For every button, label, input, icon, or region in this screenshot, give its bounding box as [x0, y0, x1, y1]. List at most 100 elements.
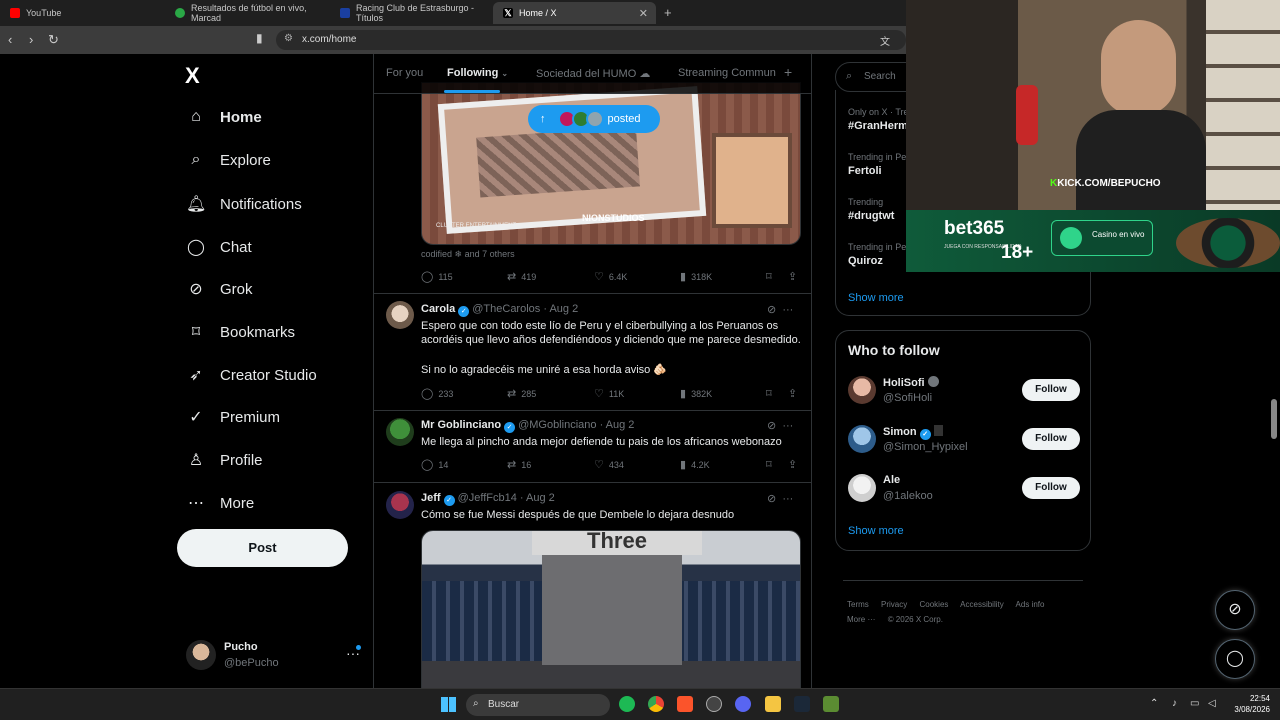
author-name[interactable]: Mr Goblinciano: [421, 419, 501, 431]
sidebar-item-notifications[interactable]: 🔔︎ Notifications: [186, 194, 302, 214]
footer-link-ads[interactable]: Ads info: [1016, 600, 1045, 609]
share-button[interactable]: ⇪: [788, 458, 802, 471]
bookmark-button[interactable]: ⌑: [766, 270, 777, 283]
browser-tab[interactable]: Resultados de fútbol en vivo, Marcad: [165, 2, 330, 24]
grok-icon[interactable]: ⊘: [767, 304, 776, 316]
author-handle[interactable]: @TheCarolos: [472, 303, 540, 315]
footer-link-accessibility[interactable]: Accessibility: [960, 600, 1004, 609]
tweet-date[interactable]: · Aug 2: [600, 419, 635, 431]
like-button[interactable]: ♡ 434: [594, 458, 624, 471]
views-button[interactable]: ▮ 382K: [680, 387, 712, 400]
url-field[interactable]: ⚙ x.com/home: [276, 30, 906, 50]
spotify-icon[interactable]: [619, 696, 635, 712]
follow-button[interactable]: Follow: [1022, 477, 1080, 499]
author-name[interactable]: Jeff: [421, 492, 441, 504]
sidebar-item-grok[interactable]: ⊘ Grok: [186, 279, 252, 299]
tweet-date[interactable]: · Aug 2: [520, 492, 555, 504]
more-icon[interactable]: ···: [782, 493, 793, 505]
steam-icon[interactable]: [794, 696, 810, 712]
browser-tab[interactable]: Racing Club de Estrasburgo - Títulos: [330, 2, 492, 24]
grok-icon[interactable]: ⊘: [767, 493, 776, 505]
monitor-icon[interactable]: ▭: [1190, 698, 1199, 709]
translate-icon[interactable]: 文: [880, 33, 890, 48]
author-handle[interactable]: @JeffFcb14: [458, 492, 517, 504]
reply-button[interactable]: ◯ 115: [421, 270, 453, 283]
liked-by-text[interactable]: codified ❄ and 7 others: [421, 249, 515, 260]
messages-fab-icon[interactable]: ◯: [1215, 639, 1255, 679]
tweet-date[interactable]: · Aug 2: [543, 303, 578, 315]
author-handle[interactable]: @MGoblinciano: [518, 419, 596, 431]
forward-icon[interactable]: ›: [29, 32, 33, 47]
follow-suggestion[interactable]: HoliSofi @SofiHoli Follow: [848, 374, 1080, 410]
like-button[interactable]: ♡ 6.4K: [594, 270, 627, 283]
taskbar-search[interactable]: ⌕ Buscar: [466, 694, 610, 716]
trend-item[interactable]: Only on X · Tre #GranHerm: [848, 107, 909, 132]
new-posts-pill[interactable]: ↑ posted: [528, 105, 660, 133]
chrome-icon[interactable]: [648, 696, 664, 712]
like-button[interactable]: ♡ 11K: [594, 387, 624, 400]
chevron-up-icon[interactable]: ⌃: [1150, 698, 1158, 709]
tab-following[interactable]: Following ⌄: [447, 67, 508, 79]
footer-link-terms[interactable]: Terms: [847, 600, 869, 609]
add-tab-icon[interactable]: +: [784, 64, 792, 80]
footer-link-privacy[interactable]: Privacy: [881, 600, 907, 609]
trend-item[interactable]: Trending in Pe Quiroz: [848, 242, 906, 267]
sidebar-item-more[interactable]: ⋯ More: [186, 493, 254, 513]
back-icon[interactable]: ‹: [8, 32, 12, 47]
bookmark-icon[interactable]: ▮: [256, 31, 263, 45]
sidebar-item-premium[interactable]: ✓ Premium: [186, 407, 280, 427]
avatar[interactable]: [386, 491, 414, 519]
show-more-link[interactable]: Show more: [848, 525, 904, 537]
sidebar-item-creator-studio[interactable]: ➶ Creator Studio: [186, 365, 316, 385]
system-clock[interactable]: 22:54 3/08/2026: [1226, 693, 1270, 715]
tab-community[interactable]: Sociedad del HUMO ☁: [536, 67, 650, 80]
avatar[interactable]: [386, 301, 414, 329]
tab-for-you[interactable]: For you: [386, 67, 423, 79]
close-tab-icon[interactable]: ✕: [639, 7, 648, 20]
reload-icon[interactable]: ↻: [48, 32, 59, 48]
sidebar-item-home[interactable]: ⌂ Home: [186, 108, 262, 126]
account-switcher[interactable]: Pucho @bePucho ···: [186, 639, 366, 675]
share-button[interactable]: ⇪: [788, 270, 802, 283]
trend-item[interactable]: Trending in Pe Fertoli: [848, 152, 906, 177]
follow-suggestion[interactable]: Ale @1alekoo Follow: [848, 472, 1080, 508]
volume-icon[interactable]: ◁: [1208, 698, 1216, 709]
grok-fab-icon[interactable]: ⊘: [1215, 590, 1255, 630]
repost-button[interactable]: ⇄ 419: [507, 270, 536, 283]
microphone-icon[interactable]: ♪: [1172, 698, 1177, 709]
author-name[interactable]: Carola: [421, 303, 455, 315]
minecraft-icon[interactable]: [823, 696, 839, 712]
new-tab-icon[interactable]: +: [664, 5, 672, 20]
follow-button[interactable]: Follow: [1022, 379, 1080, 401]
follow-suggestion[interactable]: Simon ✓ @Simon_Hypixel Follow: [848, 423, 1080, 459]
sidebar-item-explore[interactable]: ⌕ Explore: [186, 151, 271, 169]
footer-link-cookies[interactable]: Cookies: [919, 600, 948, 609]
site-info-icon[interactable]: ⚙: [284, 33, 293, 44]
folder-icon[interactable]: [765, 696, 781, 712]
sidebar-item-profile[interactable]: ♙ Profile: [186, 450, 263, 470]
share-button[interactable]: ⇪: [788, 387, 802, 400]
post-button[interactable]: Post: [177, 529, 348, 567]
sidebar-item-chat[interactable]: ◯ Chat: [186, 237, 252, 257]
views-button[interactable]: ▮ 4.2K: [680, 458, 710, 471]
reply-button[interactable]: ◯ 233: [421, 387, 453, 400]
follow-button[interactable]: Follow: [1022, 428, 1080, 450]
repost-button[interactable]: ⇄ 16: [507, 458, 531, 471]
more-icon[interactable]: ···: [782, 304, 793, 316]
bookmark-button[interactable]: ⌑: [766, 387, 777, 400]
avatar[interactable]: [386, 418, 414, 446]
more-icon[interactable]: ···: [782, 420, 793, 432]
post-video[interactable]: Three: [421, 530, 801, 688]
grok-app-icon[interactable]: [706, 696, 722, 712]
reply-button[interactable]: ◯ 14: [421, 458, 448, 471]
browser-tab-active[interactable]: 𝕏 Home / X ✕: [493, 2, 656, 24]
scrollbar-thumb[interactable]: [1271, 399, 1277, 439]
browser-tab[interactable]: YouTube: [0, 2, 165, 24]
x-logo[interactable]: X: [185, 63, 200, 89]
brave-icon[interactable]: [677, 696, 693, 712]
bookmark-button[interactable]: ⌑: [766, 458, 777, 471]
footer-link-more[interactable]: More ···: [847, 615, 875, 624]
discord-icon[interactable]: [735, 696, 751, 712]
grok-icon[interactable]: ⊘: [767, 420, 776, 432]
windows-start-icon[interactable]: [441, 697, 456, 712]
